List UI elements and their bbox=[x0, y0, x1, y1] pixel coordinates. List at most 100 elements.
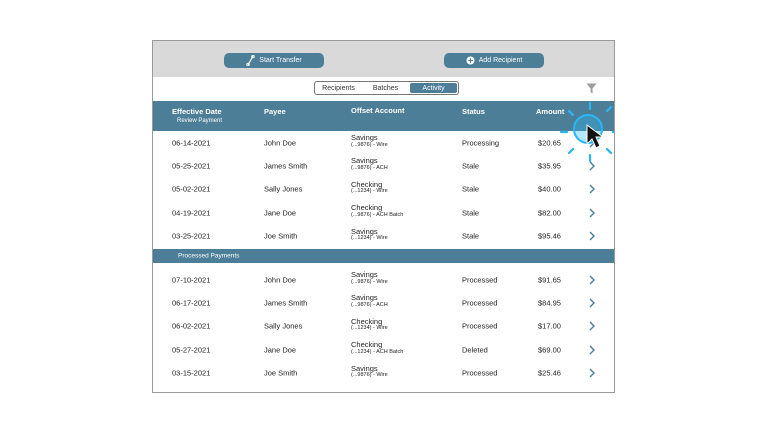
table-row[interactable]: 05-27-2021 Jane Doe Checking (...1234) - AC… bbox=[153, 338, 614, 361]
table-row[interactable]: 05-25-2021 James Smith Savings (...9876) - … bbox=[153, 154, 614, 177]
row-date: 05-25-2021 bbox=[172, 161, 211, 171]
tab-activity[interactable]: Activity bbox=[410, 83, 457, 93]
row-payee: Sally Jones bbox=[264, 184, 303, 194]
header-amount[interactable]: Amount bbox=[536, 107, 564, 116]
row-amount: $40.00 bbox=[538, 184, 561, 194]
processed-payments-divider: Processed Payments bbox=[153, 249, 614, 263]
row-date: 05-27-2021 bbox=[172, 345, 211, 355]
row-payee: Sally Jones bbox=[264, 321, 303, 331]
row-status: Processed bbox=[462, 275, 498, 284]
row-status: Processed bbox=[462, 298, 498, 308]
row-account-detail: (...9876) - Wire bbox=[351, 278, 388, 285]
row-account-type: Savings bbox=[351, 293, 378, 303]
tab-batches[interactable]: Batches bbox=[362, 82, 409, 94]
row-offset-account: Checking (...1234) - ACH Batch bbox=[351, 341, 403, 355]
table-row[interactable]: 03-15-2021 Joe Smith Savings (...9876) - Wi… bbox=[153, 362, 614, 385]
row-offset-account: Savings (...9876) - ACH bbox=[351, 157, 388, 171]
row-offset-account: Checking (...1234) - Wire bbox=[351, 181, 388, 195]
chevron-right-icon[interactable] bbox=[589, 138, 595, 148]
row-amount: $20.65 bbox=[538, 138, 561, 147]
filter-icon[interactable] bbox=[586, 83, 597, 94]
row-amount: $35.95 bbox=[538, 161, 561, 171]
row-amount: $95.46 bbox=[538, 231, 561, 241]
table-header: Effective Date Review Payment Payee Offs… bbox=[153, 101, 614, 131]
row-amount: $17.00 bbox=[538, 321, 561, 331]
row-account-detail: (...1234) - ACH Batch bbox=[351, 348, 404, 355]
chevron-right-icon[interactable] bbox=[589, 368, 595, 378]
row-account-detail: (...1234) - Wire bbox=[351, 235, 388, 242]
row-amount: $82.00 bbox=[538, 208, 561, 218]
row-date: 06-17-2021 bbox=[172, 298, 211, 308]
table-row[interactable]: 06-14-2021 John Doe Savings (...9876) - Wir… bbox=[153, 131, 614, 154]
row-account-type: Savings bbox=[351, 363, 378, 373]
row-status: Stale bbox=[462, 161, 480, 171]
row-amount: $91.65 bbox=[538, 275, 561, 284]
add-recipient-button[interactable]: Add Recipient bbox=[444, 53, 544, 68]
row-date: 06-02-2021 bbox=[172, 321, 211, 331]
table-row[interactable]: 06-02-2021 Sally Jones Checking (...1234) -… bbox=[153, 315, 614, 338]
row-account-type: Savings bbox=[351, 270, 378, 279]
header-effective-date[interactable]: Effective Date bbox=[172, 107, 222, 116]
row-status: Stale bbox=[462, 231, 480, 241]
row-account-detail: (...1234) - Wire bbox=[351, 325, 388, 332]
header-offset-account[interactable]: Offset Account bbox=[351, 106, 404, 115]
chevron-right-icon[interactable] bbox=[589, 161, 595, 171]
row-payee: Joe Smith bbox=[264, 231, 298, 241]
row-account-detail: (...9876) - ACH bbox=[351, 164, 388, 171]
header-review-payment: Review Payment bbox=[177, 118, 223, 124]
row-status: Deleted bbox=[462, 345, 488, 355]
chevron-right-icon[interactable] bbox=[589, 345, 595, 355]
row-payee: Joe Smith bbox=[264, 368, 298, 378]
row-payee: John Doe bbox=[264, 138, 297, 147]
chevron-right-icon[interactable] bbox=[589, 184, 595, 194]
row-status: Processing bbox=[462, 138, 500, 147]
row-account-detail: (...1234) - Wire bbox=[351, 188, 388, 195]
row-payee: James Smith bbox=[264, 161, 308, 171]
row-amount: $25.46 bbox=[538, 368, 561, 378]
table-row[interactable]: 06-17-2021 James Smith Savings (...9876) - … bbox=[153, 291, 614, 314]
row-account-detail: (...9876) - ACH Batch bbox=[351, 211, 404, 218]
chevron-right-icon[interactable] bbox=[589, 231, 595, 241]
row-payee: John Doe bbox=[264, 275, 297, 284]
start-transfer-label: Start Transfer bbox=[259, 57, 302, 64]
chevron-right-icon[interactable] bbox=[589, 275, 595, 285]
table-row[interactable]: 05-02-2021 Sally Jones Checking (...1234) -… bbox=[153, 178, 614, 201]
row-status: Stale bbox=[462, 184, 480, 194]
plus-circle-icon bbox=[466, 56, 475, 65]
row-offset-account: Savings (...9876) - ACH bbox=[351, 294, 388, 308]
row-account-type: Savings bbox=[351, 156, 378, 166]
processed-payments-label: Processed Payments bbox=[178, 252, 240, 260]
table-row[interactable]: 04-19-2021 Jane Doe Checking (...9876) - AC… bbox=[153, 201, 614, 224]
view-tabs: Recipients Batches Activity bbox=[314, 81, 459, 95]
tab-recipients[interactable]: Recipients bbox=[315, 82, 362, 94]
header-status[interactable]: Status bbox=[462, 107, 485, 116]
row-offset-account: Checking (...9876) - ACH Batch bbox=[351, 204, 403, 218]
row-status: Stale bbox=[462, 208, 480, 218]
header-payee[interactable]: Payee bbox=[264, 107, 286, 116]
row-offset-account: Savings (...9876) - Wire bbox=[351, 365, 388, 379]
chevron-right-icon[interactable] bbox=[589, 298, 595, 308]
start-transfer-button[interactable]: Start Transfer bbox=[224, 53, 324, 68]
row-account-type: Checking bbox=[351, 316, 383, 326]
row-amount: $84.95 bbox=[538, 298, 561, 308]
chevron-right-icon[interactable] bbox=[589, 208, 595, 218]
row-offset-account: Savings (...1234) - Wire bbox=[351, 228, 388, 242]
row-date: 06-14-2021 bbox=[172, 138, 211, 147]
row-account-detail: (...9876) - Wire bbox=[351, 141, 388, 148]
row-offset-account: Savings (...9876) - Wire bbox=[351, 134, 388, 148]
table-row[interactable]: 03-25-2021 Joe Smith Savings (...1234) - Wi… bbox=[153, 225, 614, 248]
add-recipient-label: Add Recipient bbox=[478, 57, 523, 64]
row-account-type: Savings bbox=[351, 133, 378, 142]
chevron-right-icon[interactable] bbox=[589, 321, 595, 331]
row-account-detail: (...9876) - ACH bbox=[351, 301, 388, 308]
row-account-type: Checking bbox=[351, 203, 383, 213]
table-row[interactable]: 07-10-2021 John Doe Savings (...9876) - Wir… bbox=[153, 268, 614, 291]
row-account-type: Checking bbox=[351, 179, 383, 189]
row-date: 05-02-2021 bbox=[172, 184, 211, 194]
toolbar: Start Transfer Add Recipient bbox=[153, 41, 614, 77]
row-account-type: Savings bbox=[351, 226, 378, 236]
row-date: 03-15-2021 bbox=[172, 368, 211, 378]
row-account-detail: (...9876) - Wire bbox=[351, 372, 388, 379]
row-payee: Jane Doe bbox=[264, 345, 297, 355]
row-date: 04-19-2021 bbox=[172, 208, 211, 218]
